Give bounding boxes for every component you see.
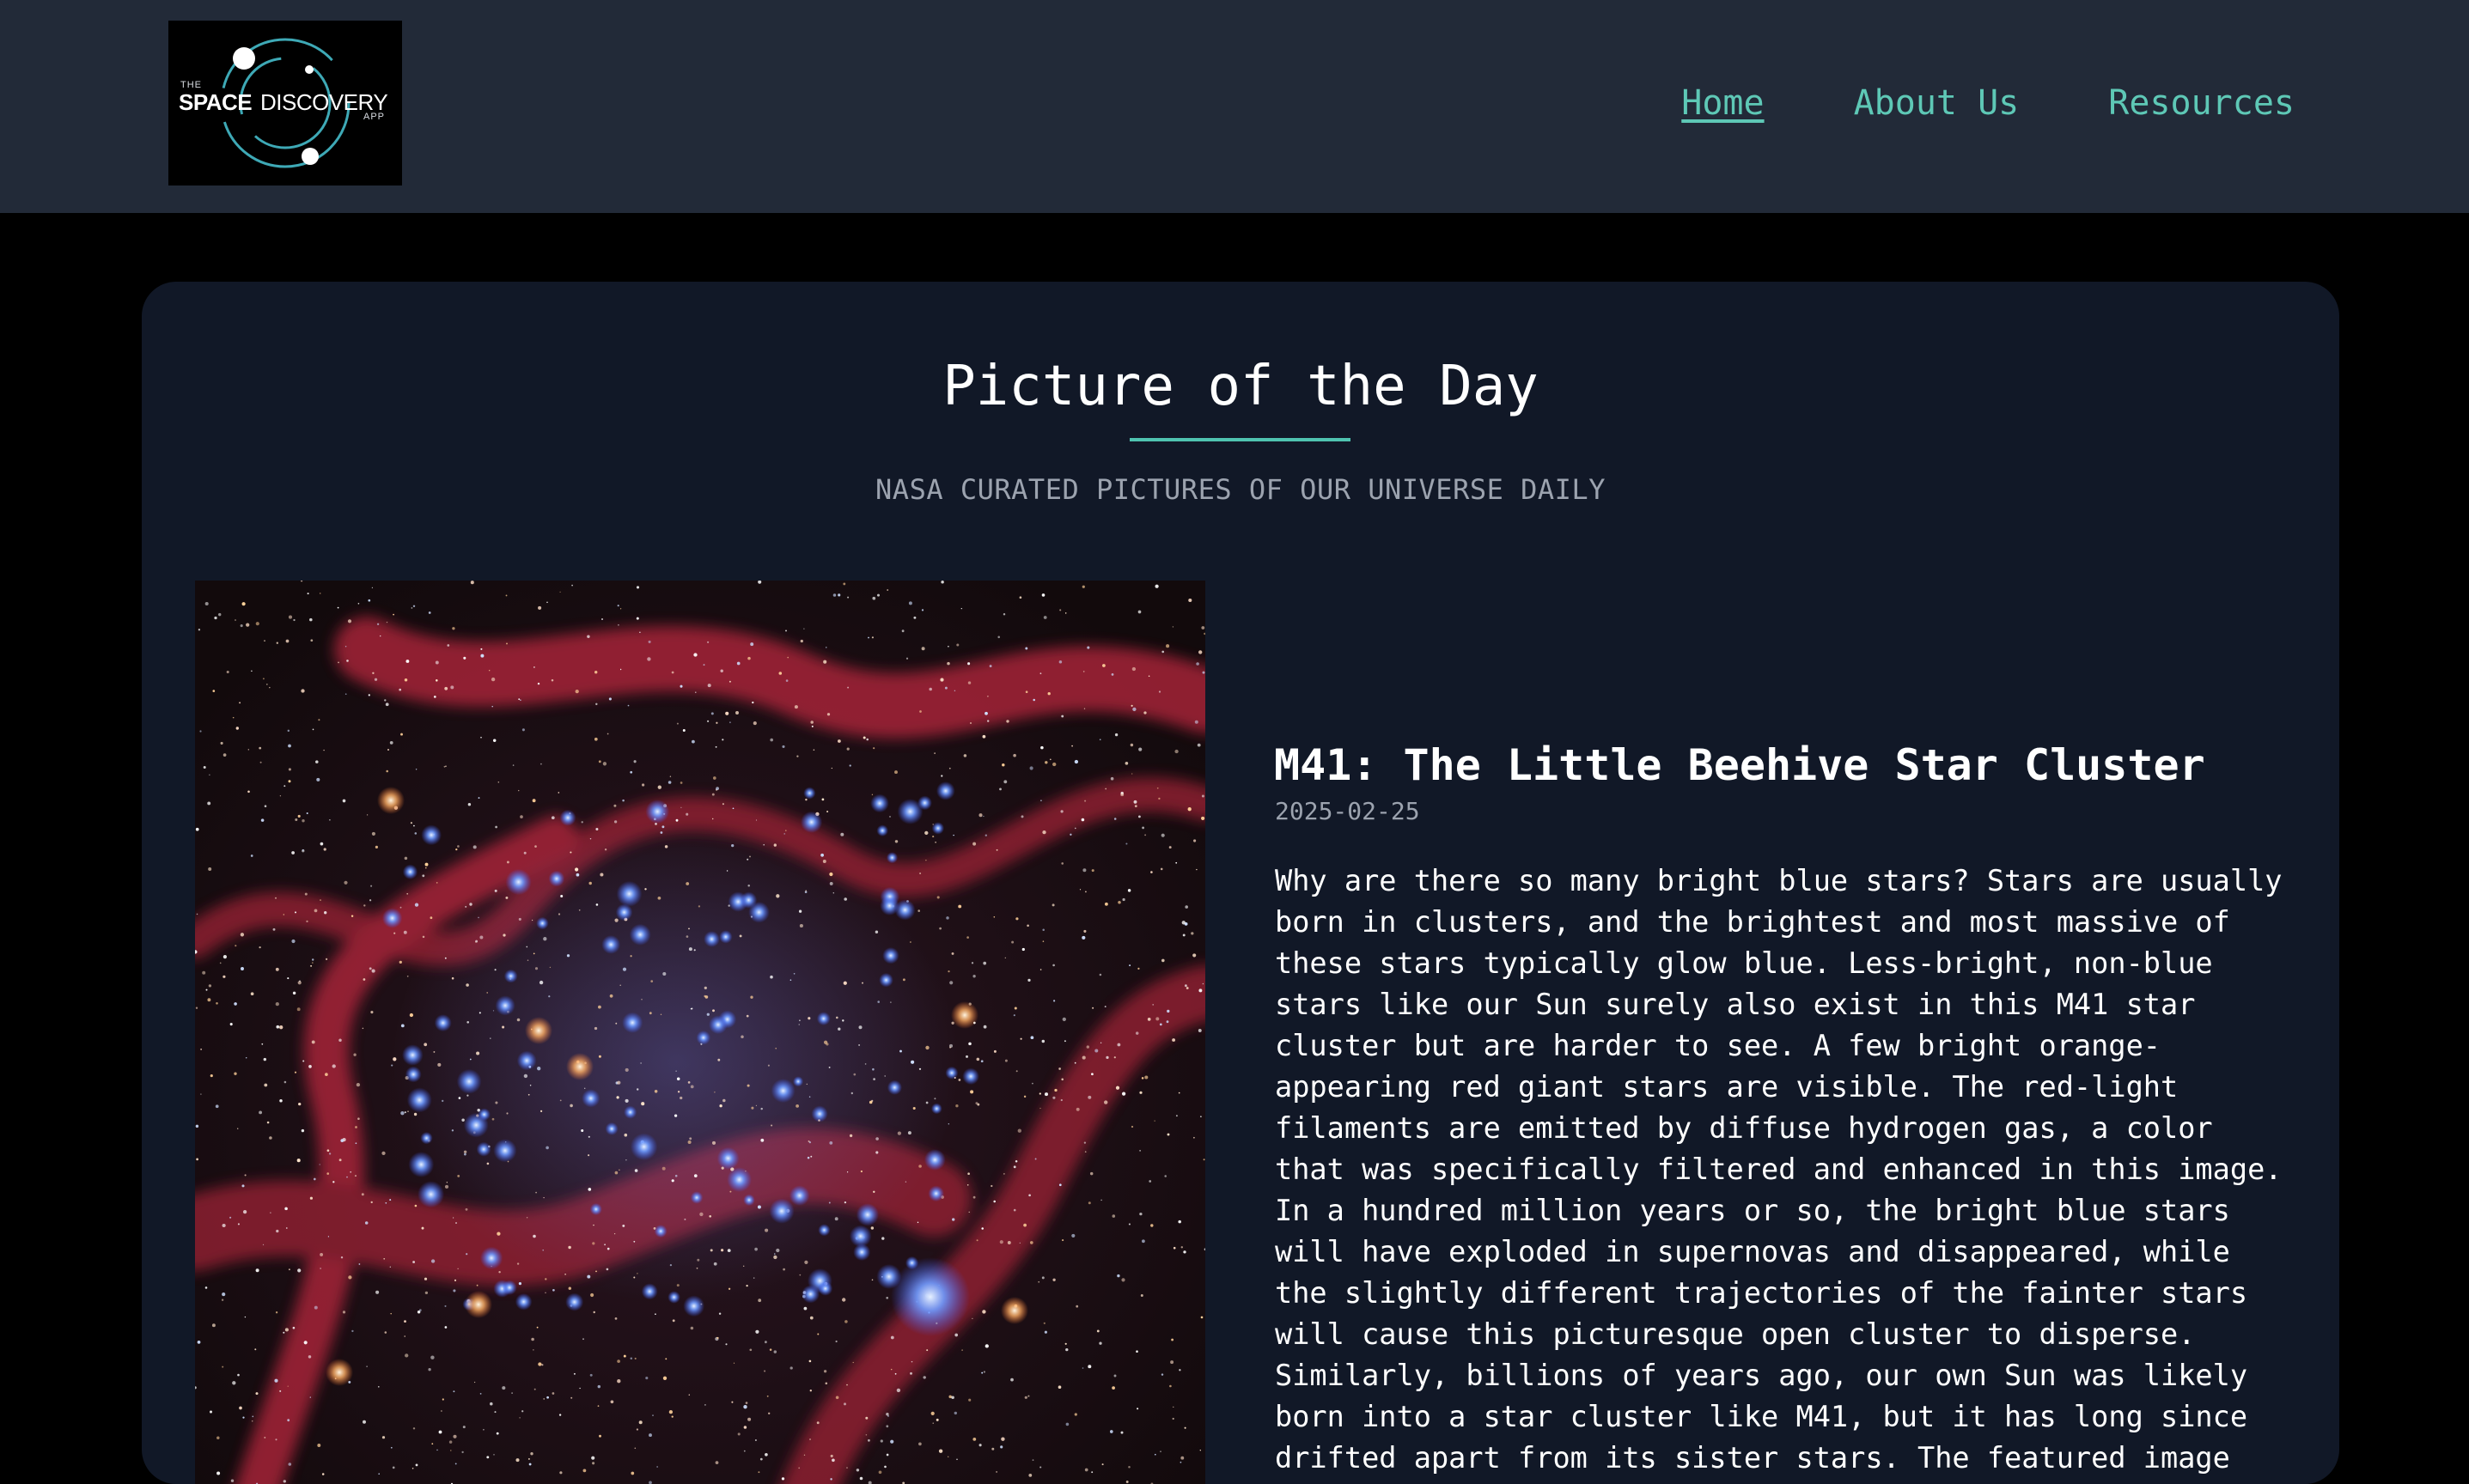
apod-image[interactable]	[195, 581, 1205, 1484]
picture-of-the-day-card: Picture of the Day NASA CURATED PICTURES…	[142, 282, 2339, 1484]
logo-text-app: APP	[363, 112, 386, 122]
main-nav: Home About Us Resources	[1681, 79, 2295, 127]
apod-date: 2025-02-25	[1275, 797, 1420, 825]
nav-link-about-us[interactable]: About Us	[1854, 79, 2020, 127]
nav-link-resources[interactable]: Resources	[2108, 79, 2295, 127]
apod-explanation: Why are there so many bright blue stars?…	[1275, 864, 2283, 1475]
space-discovery-logo[interactable]: THE SPACE DISCOVERY APP	[168, 21, 402, 186]
title-underline	[1130, 438, 1350, 441]
apod-title: M41: The Little Beehive Star Cluster	[1274, 740, 2205, 790]
page-subtitle: NASA CURATED PICTURES OF OUR UNIVERSE DA…	[875, 473, 1606, 506]
page-title: Picture of the Day	[942, 355, 1539, 418]
site-header: THE SPACE DISCOVERY APP Home About Us Re…	[0, 0, 2469, 213]
logo-text-space: SPACE	[179, 89, 253, 115]
nav-link-home[interactable]: Home	[1681, 79, 1764, 127]
star-cluster-image	[195, 581, 1205, 1484]
